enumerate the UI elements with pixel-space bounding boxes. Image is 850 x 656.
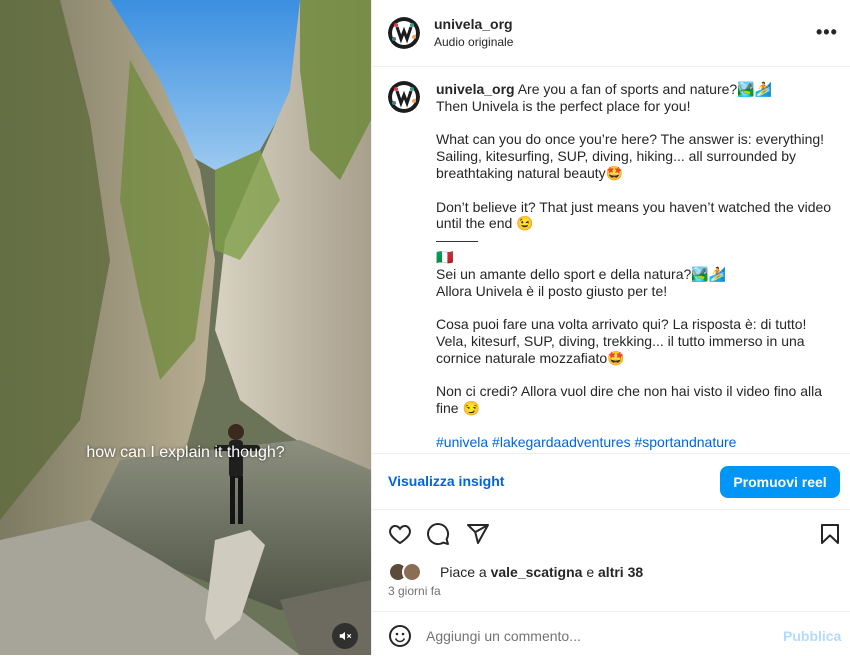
univela-logo <box>388 81 420 113</box>
hashtag-link[interactable]: #lakegardaadventures <box>492 434 631 450</box>
bookmark-icon[interactable] <box>818 522 842 546</box>
comment-input[interactable]: Aggiungi un commento... <box>426 628 581 644</box>
likes-others[interactable]: altri 38 <box>598 564 643 580</box>
post-panel: univela_org Audio originale ••• univela_… <box>371 0 850 655</box>
caption-line: Don’t believe it? That just means you ha… <box>436 198 832 215</box>
comment-icon[interactable] <box>426 522 450 546</box>
canyon-scene-image <box>0 0 371 655</box>
avatar[interactable] <box>388 81 420 113</box>
likes-count: Piace a vale_scatigna e altri 38 <box>440 564 644 580</box>
video-subtitle: how can I explain it though? <box>86 444 285 461</box>
caption-line: What can you do once you’re here? The an… <box>436 131 825 148</box>
audio-label[interactable]: Audio originale <box>434 35 513 49</box>
caption-line: Allora Univela è il posto giusto per te! <box>436 282 668 299</box>
promote-reel-button[interactable]: Promuovi reel <box>720 466 840 498</box>
emoji-icon[interactable] <box>388 624 412 648</box>
hashtag-link[interactable]: #univela <box>436 434 488 450</box>
post-timestamp[interactable]: 3 giorni fa <box>388 584 441 598</box>
caption-line: Are you a fan of sports and nature?🏞️🏄 <box>517 81 773 97</box>
more-options-icon[interactable]: ••• <box>816 22 838 43</box>
mute-toggle-button[interactable] <box>332 623 358 649</box>
caption-line: Sei un amante dello sport e della natura… <box>436 265 727 282</box>
speaker-muted-icon <box>339 631 352 641</box>
avatar[interactable] <box>388 17 420 49</box>
hashtag-link[interactable]: #sportandnature <box>634 434 736 450</box>
heart-icon[interactable] <box>388 522 412 546</box>
caption-line: breathtaking natural beauty🤩 <box>436 164 624 181</box>
caption-line: Vela, kitesurf, SUP, diving, trekking...… <box>436 332 805 349</box>
post-header: univela_org Audio originale ••• <box>372 0 850 67</box>
post-caption: univela_org Are you a fan of sports and … <box>436 81 836 451</box>
caption-line: fine 😏 <box>436 400 480 417</box>
header-username[interactable]: univela_org <box>434 16 513 32</box>
publish-button[interactable]: Pubblica <box>783 628 841 644</box>
action-bar <box>372 520 850 550</box>
add-comment-row: Aggiungi un commento... Pubblica <box>372 611 850 656</box>
insights-bar: Visualizza insight Promuovi reel <box>372 453 850 510</box>
caption-line: Sailing, kitesurfing, SUP, diving, hikin… <box>436 148 797 165</box>
hashtags: #univela #lakegardaadventures #sportandn… <box>436 434 836 451</box>
caption-area: univela_org Are you a fan of sports and … <box>372 67 850 453</box>
caption-line: Then Univela is the perfect place for yo… <box>436 97 691 114</box>
caption-line: ——— <box>436 232 478 249</box>
caption-line: 🇮🇹 <box>436 248 454 265</box>
caption-username[interactable]: univela_org <box>436 81 515 97</box>
caption-line: Cosa puoi fare una volta arrivato qui? L… <box>436 316 807 333</box>
liker-username[interactable]: vale_scatigna <box>491 564 583 580</box>
caption-line: cornice naturale mozzafiato🤩 <box>436 349 625 366</box>
univela-logo <box>388 17 420 49</box>
share-icon[interactable] <box>466 522 490 546</box>
view-insights-link[interactable]: Visualizza insight <box>388 473 504 489</box>
caption-line: until the end 😉 <box>436 215 534 232</box>
reel-video[interactable]: how can I explain it though? <box>0 0 371 655</box>
caption-line: Non ci credi? Allora vuol dire che non h… <box>436 383 822 400</box>
liker-avatar <box>402 562 422 582</box>
